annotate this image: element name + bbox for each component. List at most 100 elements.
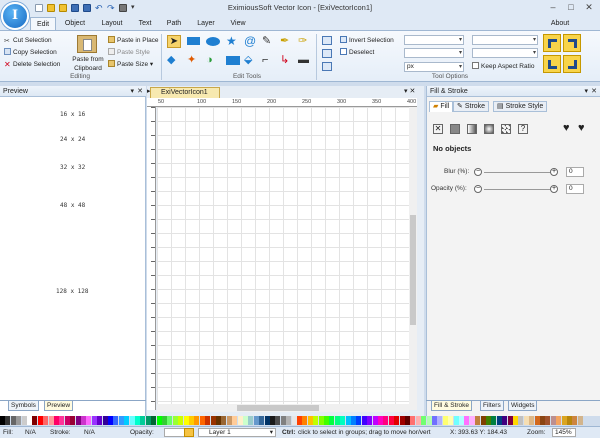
palette-swatch[interactable]	[70, 416, 76, 425]
width-input[interactable]	[472, 35, 538, 45]
palette-swatch[interactable]	[367, 416, 373, 425]
blur-minus-icon[interactable]: −	[474, 168, 482, 176]
palette-swatch[interactable]	[313, 416, 319, 425]
palette-swatch[interactable]	[577, 416, 583, 425]
select-same-icon[interactable]	[322, 49, 332, 58]
paint-bucket-icon[interactable]: ⬙	[244, 54, 258, 67]
palette-swatch[interactable]	[151, 416, 157, 425]
zoom-tool-icon[interactable]: ◑	[206, 54, 220, 67]
palette-swatch[interactable]	[232, 416, 238, 425]
app-menu-button[interactable]: I	[1, 2, 29, 30]
palette-swatch[interactable]	[426, 416, 432, 425]
palette-swatch[interactable]	[275, 416, 281, 425]
tab-layout[interactable]: Layout	[97, 17, 127, 30]
panel-close-icon[interactable]: ✕	[591, 86, 597, 97]
palette-swatch[interactable]	[550, 416, 556, 425]
palette-swatch[interactable]	[307, 416, 313, 425]
doc-close-icon[interactable]: ▾ ✕	[404, 87, 415, 95]
select-tool-icon[interactable]: ➤	[167, 35, 181, 48]
palette-swatch[interactable]	[399, 416, 405, 425]
palette-swatch[interactable]	[113, 416, 119, 425]
palette-swatch[interactable]	[221, 416, 227, 425]
palette-swatch[interactable]	[329, 416, 335, 425]
vertical-scroll-thumb[interactable]	[410, 215, 416, 325]
palette-swatch[interactable]	[91, 416, 97, 425]
palette-swatch[interactable]	[448, 416, 454, 425]
palette-swatch[interactable]	[216, 416, 221, 425]
palette-swatch[interactable]	[21, 416, 27, 425]
palette-swatch[interactable]	[334, 416, 340, 425]
invert-selection-button[interactable]: Invert Selection	[340, 36, 394, 45]
panel-menu-icon[interactable]: ▾	[584, 86, 588, 97]
palette-swatch[interactable]	[248, 416, 254, 425]
palette-swatch[interactable]	[194, 416, 200, 425]
paste-style-button[interactable]: Paste Style	[108, 48, 150, 57]
clipboard-icon[interactable]	[77, 35, 97, 53]
x-input[interactable]	[404, 35, 464, 45]
palette-swatch[interactable]	[118, 416, 124, 425]
palette-swatch[interactable]	[410, 416, 416, 425]
palette-swatch[interactable]	[561, 416, 567, 425]
fill-rule-evenodd-icon[interactable]: ♥	[563, 122, 570, 134]
maximize-icon[interactable]: □	[565, 2, 577, 13]
palette-swatch[interactable]	[361, 416, 367, 425]
palette-swatch[interactable]	[383, 416, 389, 425]
about-link[interactable]: About	[545, 17, 575, 30]
palette-swatch[interactable]	[291, 416, 297, 425]
palette-swatch[interactable]	[156, 416, 162, 425]
palette-swatch[interactable]	[518, 416, 524, 425]
cut-selection-button[interactable]: ✂ Cut Selection	[4, 36, 52, 45]
tab-preview[interactable]: Preview	[44, 401, 74, 411]
palette-swatch[interactable]	[48, 416, 54, 425]
opacity-slider[interactable]	[484, 189, 551, 190]
paste-size-button[interactable]: Paste Size ▾	[108, 60, 153, 69]
palette-swatch[interactable]	[86, 416, 92, 425]
move-patterns-icon[interactable]	[563, 55, 581, 73]
palette-swatch[interactable]	[135, 416, 140, 425]
palette-swatch[interactable]	[421, 416, 427, 425]
deselect-button[interactable]: Deselect	[340, 48, 374, 57]
palette-swatch[interactable]	[10, 416, 16, 425]
palette-swatch[interactable]	[513, 416, 518, 425]
palette-swatch[interactable]	[145, 416, 151, 425]
palette-swatch[interactable]	[302, 416, 308, 425]
gradient-tool-icon[interactable]	[226, 56, 240, 65]
keep-aspect-ratio-checkbox[interactable]: Keep Aspect Ratio	[472, 62, 534, 71]
palette-swatch[interactable]	[32, 416, 38, 425]
palette-swatch[interactable]	[199, 416, 205, 425]
palette-swatch[interactable]	[27, 416, 32, 425]
pattern-icon[interactable]	[501, 124, 511, 134]
palette-swatch[interactable]	[259, 416, 265, 425]
palette-swatch[interactable]	[507, 416, 513, 425]
palette-swatch[interactable]	[388, 416, 394, 425]
blur-value[interactable]: 0	[566, 167, 584, 177]
palette-swatch[interactable]	[405, 416, 410, 425]
scale-corners-icon[interactable]	[563, 34, 581, 52]
palette-swatch[interactable]	[356, 416, 362, 425]
palette-swatch[interactable]	[469, 416, 475, 425]
flat-color-icon[interactable]	[450, 124, 460, 134]
palette-swatch[interactable]	[16, 416, 22, 425]
palette-swatch[interactable]	[140, 416, 146, 425]
palette-swatch[interactable]	[345, 416, 351, 425]
palette-swatch[interactable]	[253, 416, 259, 425]
spiral-tool-icon[interactable]: @	[244, 35, 258, 48]
tab-stroke[interactable]: ✎ Stroke	[453, 101, 490, 112]
palette-swatch[interactable]	[102, 416, 108, 425]
palette-swatch[interactable]	[486, 416, 491, 425]
node-tool-icon[interactable]: ◆	[167, 54, 181, 67]
copy-selection-button[interactable]: Copy Selection	[4, 48, 57, 57]
no-paint-icon[interactable]: ✕	[433, 124, 443, 134]
palette-swatch[interactable]	[124, 416, 130, 425]
palette-swatch[interactable]	[372, 416, 378, 425]
palette-swatch[interactable]	[59, 416, 65, 425]
palette-swatch[interactable]	[529, 416, 535, 425]
palette-swatch[interactable]	[280, 416, 286, 425]
palette-swatch[interactable]	[567, 416, 572, 425]
palette-swatch[interactable]	[97, 416, 103, 425]
blur-slider[interactable]	[484, 172, 551, 173]
tab-fill[interactable]: ▰ Fill	[429, 101, 454, 112]
height-input[interactable]	[472, 48, 538, 58]
palette-swatch[interactable]	[415, 416, 421, 425]
palette-swatch[interactable]	[108, 416, 113, 425]
